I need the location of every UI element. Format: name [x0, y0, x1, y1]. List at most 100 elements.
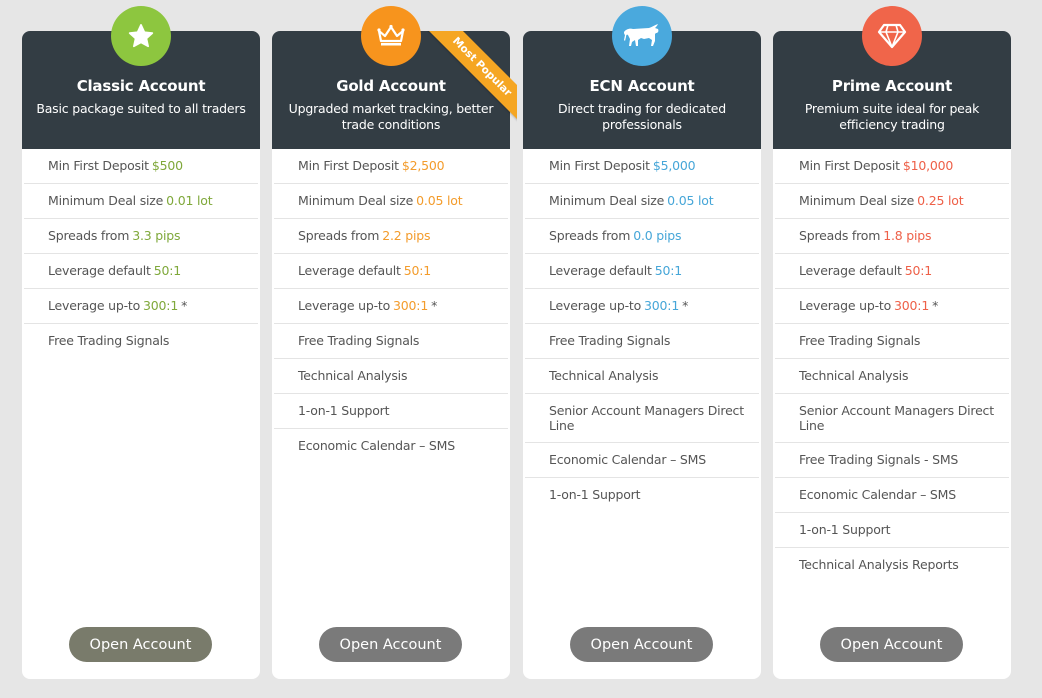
ribbon-label: Most Popular [427, 31, 517, 122]
feature-label: Min First Deposit [799, 158, 900, 173]
plan-icon-badge [612, 6, 672, 66]
feature-value: 3.3 pips [132, 228, 181, 243]
feature-item: Leverage default 50:1 [525, 254, 759, 289]
feature-label: Free Trading Signals [799, 333, 921, 348]
feature-item: Spreads from 1.8 pips [775, 219, 1009, 254]
feature-value: 0.05 lot [416, 193, 463, 208]
feature-list: Min First Deposit $10,000 Minimum Deal siz… [773, 149, 1011, 583]
open-account-button[interactable]: Open Account [69, 627, 212, 662]
feature-item: Free Trading Signals [775, 324, 1009, 359]
feature-item: Spreads from 2.2 pips [274, 219, 508, 254]
feature-item: Leverage default 50:1 [775, 254, 1009, 289]
plan-card-ecn: ECN Account Direct trading for dedicated… [523, 6, 761, 679]
feature-value: 50:1 [153, 263, 181, 278]
open-account-button[interactable]: Open Account [570, 627, 713, 662]
feature-value: $2,500 [401, 158, 445, 173]
diamond-icon [877, 23, 907, 49]
feature-value: 0.25 lot [917, 193, 964, 208]
feature-label: Min First Deposit [298, 158, 399, 173]
plan-card-prime: Prime Account Premium suite ideal for pe… [773, 6, 1011, 679]
feature-value: 300:1 [894, 298, 930, 313]
feature-item: Technical Analysis Reports [775, 548, 1009, 583]
feature-item: Free Trading Signals [525, 324, 759, 359]
plan-title: Classic Account [76, 77, 206, 95]
feature-label: Free Trading Signals - SMS [799, 452, 959, 467]
plan-title: Prime Account [831, 77, 953, 95]
plan-card-classic: Classic Account Basic package suited to … [22, 6, 260, 679]
feature-item: Spreads from 0.0 pips [525, 219, 759, 254]
feature-label: Minimum Deal size [48, 193, 164, 208]
feature-label: Technical Analysis [549, 368, 659, 383]
feature-value: 50:1 [904, 263, 932, 278]
plan-icon-badge [361, 6, 421, 66]
feature-value: 300:1 [644, 298, 680, 313]
plan-subtitle: Direct trading for dedicated professiona… [558, 101, 726, 132]
most-popular-ribbon: Most Popular [419, 31, 517, 129]
feature-label: Leverage default [799, 263, 902, 278]
feature-label: Minimum Deal size [799, 193, 915, 208]
feature-label: Economic Calendar – SMS [298, 438, 455, 453]
open-account-button[interactable]: Open Account [820, 627, 963, 662]
feature-item: Leverage up-to 300:1 * [24, 289, 258, 324]
feature-label: Spreads from [48, 228, 130, 243]
feature-label: Free Trading Signals [549, 333, 671, 348]
feature-item: Free Trading Signals [24, 324, 258, 359]
feature-value: 300:1 [143, 298, 179, 313]
feature-item: Minimum Deal size 0.25 lot [775, 184, 1009, 219]
plan-icon-badge [862, 6, 922, 66]
feature-item: Leverage up-to 300:1 * [775, 289, 1009, 324]
feature-label: Leverage up-to [298, 298, 391, 313]
feature-item: Economic Calendar – SMS [274, 429, 508, 464]
feature-value: 1.8 pips [883, 228, 932, 243]
feature-item: Leverage up-to 300:1 * [525, 289, 759, 324]
feature-label: Free Trading Signals [48, 333, 170, 348]
feature-item: Senior Account Managers Direct Line [775, 394, 1009, 443]
feature-label: 1-on-1 Support [549, 487, 641, 502]
feature-label: Min First Deposit [48, 158, 149, 173]
plan-subtitle: Basic package suited to all traders [36, 101, 246, 116]
feature-item: Min First Deposit $5,000 [525, 149, 759, 184]
feature-label: Spreads from [799, 228, 881, 243]
feature-label: Senior Account Managers Direct Line [799, 403, 994, 433]
crown-icon [377, 24, 405, 46]
feature-item: Technical Analysis [274, 359, 508, 394]
feature-label: Leverage default [549, 263, 652, 278]
plan-subtitle: Premium suite ideal for peak efficiency … [804, 101, 980, 132]
feature-footnote-mark: * [932, 298, 939, 313]
feature-item: Technical Analysis [775, 359, 1009, 394]
plan-title: ECN Account [589, 77, 695, 95]
feature-label: Minimum Deal size [298, 193, 414, 208]
feature-value: 2.2 pips [382, 228, 431, 243]
feature-label: Technical Analysis Reports [799, 557, 959, 572]
feature-label: Spreads from [298, 228, 380, 243]
feature-item: Spreads from 3.3 pips [24, 219, 258, 254]
feature-footnote-mark: * [682, 298, 689, 313]
plan-icon-badge [111, 6, 171, 66]
star-icon [128, 24, 154, 48]
feature-label: Min First Deposit [549, 158, 650, 173]
open-account-button[interactable]: Open Account [319, 627, 462, 662]
feature-label: Technical Analysis [799, 368, 909, 383]
feature-item: Free Trading Signals [274, 324, 508, 359]
feature-item: Min First Deposit $2,500 [274, 149, 508, 184]
feature-list: Min First Deposit $5,000 Minimum Deal size… [523, 149, 761, 513]
feature-value: $10,000 [902, 158, 954, 173]
feature-label: 1-on-1 Support [298, 403, 390, 418]
feature-item: Senior Account Managers Direct Line [525, 394, 759, 443]
feature-item: Min First Deposit $500 [24, 149, 258, 184]
feature-item: Leverage up-to 300:1 * [274, 289, 508, 324]
plan-card-gold: Most Popular Gold Account Upgraded marke… [272, 6, 517, 679]
feature-label: Leverage default [298, 263, 401, 278]
feature-label: Senior Account Managers Direct Line [549, 403, 744, 433]
feature-value: 300:1 [393, 298, 429, 313]
feature-label: Leverage default [48, 263, 151, 278]
feature-label: Free Trading Signals [298, 333, 420, 348]
feature-label: Leverage up-to [549, 298, 642, 313]
feature-label: Minimum Deal size [549, 193, 665, 208]
feature-item: 1-on-1 Support [274, 394, 508, 429]
feature-footnote-mark: * [181, 298, 188, 313]
feature-value: 50:1 [654, 263, 682, 278]
feature-item: Minimum Deal size 0.01 lot [24, 184, 258, 219]
feature-label: Leverage up-to [48, 298, 141, 313]
feature-label: Economic Calendar – SMS [549, 452, 706, 467]
